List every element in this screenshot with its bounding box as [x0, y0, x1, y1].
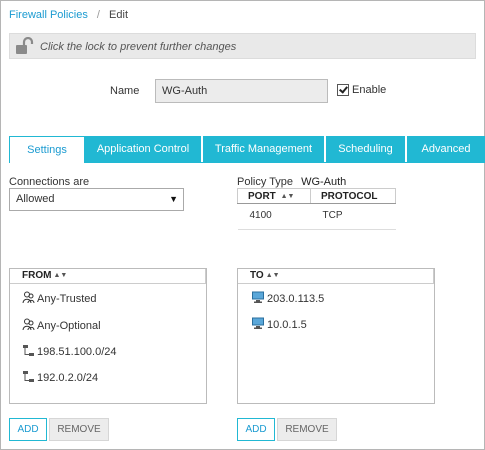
- name-label: Name: [110, 85, 140, 97]
- sort-icon: ▲▼: [280, 192, 295, 200]
- tab-scheduling[interactable]: Scheduling: [326, 136, 407, 162]
- connections-selected-value: Allowed: [16, 193, 55, 205]
- port-cell: 4100: [237, 203, 311, 230]
- name-input[interactable]: [155, 79, 328, 103]
- protocol-column-header: PROTOCOL: [310, 188, 396, 204]
- policy-type: Policy Type WG-Auth: [237, 176, 346, 188]
- to-list[interactable]: TO ▲▼ 203.0.113.5 10.0.1.5: [237, 268, 435, 404]
- lock-bar-text: Click the lock to prevent further change…: [40, 41, 237, 53]
- policy-type-label: Policy Type: [237, 176, 294, 188]
- sort-icon: ▲▼: [265, 272, 280, 279]
- protocol-cell: TCP: [310, 203, 396, 230]
- table-row: 4100 TCP: [237, 203, 396, 230]
- from-list-header[interactable]: FROM ▲▼: [10, 269, 206, 284]
- host-icon: [252, 291, 265, 307]
- from-remove-button[interactable]: REMOVE: [49, 418, 109, 441]
- port-table: PORT ▲▼ PROTOCOL 4100 TCP: [237, 188, 396, 230]
- from-add-button[interactable]: ADD: [9, 418, 47, 441]
- tab-settings[interactable]: Settings: [9, 136, 85, 163]
- list-item[interactable]: Any-Trusted: [22, 291, 97, 307]
- tab-traffic-management[interactable]: Traffic Management: [203, 136, 326, 162]
- breadcrumb-firewall-policies-link[interactable]: Firewall Policies: [9, 9, 88, 21]
- list-item[interactable]: Any-Optional: [22, 318, 101, 334]
- from-list[interactable]: FROM ▲▼ Any-Trusted Any-Optional 198.51.1…: [9, 268, 207, 404]
- network-icon: [22, 344, 35, 360]
- enable-label: Enable: [352, 84, 387, 96]
- enable-checkbox-group[interactable]: Enable: [337, 84, 386, 96]
- unlocked-padlock-icon[interactable]: [15, 36, 35, 58]
- tab-advanced[interactable]: Advanced: [407, 136, 485, 162]
- lock-bar: Click the lock to prevent further change…: [9, 33, 476, 59]
- user-group-icon: [22, 318, 35, 334]
- connections-select[interactable]: Allowed ▼: [9, 188, 184, 211]
- list-item[interactable]: 198.51.100.0/24: [22, 344, 117, 360]
- policy-type-value: WG-Auth: [301, 176, 347, 188]
- list-item[interactable]: 10.0.1.5: [252, 317, 307, 333]
- to-remove-button[interactable]: REMOVE: [277, 418, 337, 441]
- tab-application-control[interactable]: Application Control: [85, 136, 203, 162]
- to-list-header[interactable]: TO ▲▼: [238, 269, 434, 284]
- dropdown-arrow-icon: ▼: [169, 194, 178, 204]
- connections-label: Connections are: [9, 176, 90, 188]
- sort-icon: ▲▼: [53, 272, 68, 279]
- tab-bar: Settings Application Control Traffic Man…: [9, 136, 485, 163]
- to-add-button[interactable]: ADD: [237, 418, 275, 441]
- user-group-icon: [22, 291, 35, 307]
- breadcrumb: Firewall Policies / Edit: [9, 9, 128, 21]
- breadcrumb-separator: /: [96, 9, 100, 21]
- breadcrumb-current: Edit: [109, 9, 129, 21]
- port-column-header: PORT ▲▼: [237, 188, 311, 204]
- enable-checkbox[interactable]: [337, 84, 349, 96]
- host-icon: [252, 317, 265, 333]
- network-icon: [22, 370, 35, 386]
- list-item[interactable]: 203.0.113.5: [252, 291, 324, 307]
- list-item[interactable]: 192.0.2.0/24: [22, 370, 98, 386]
